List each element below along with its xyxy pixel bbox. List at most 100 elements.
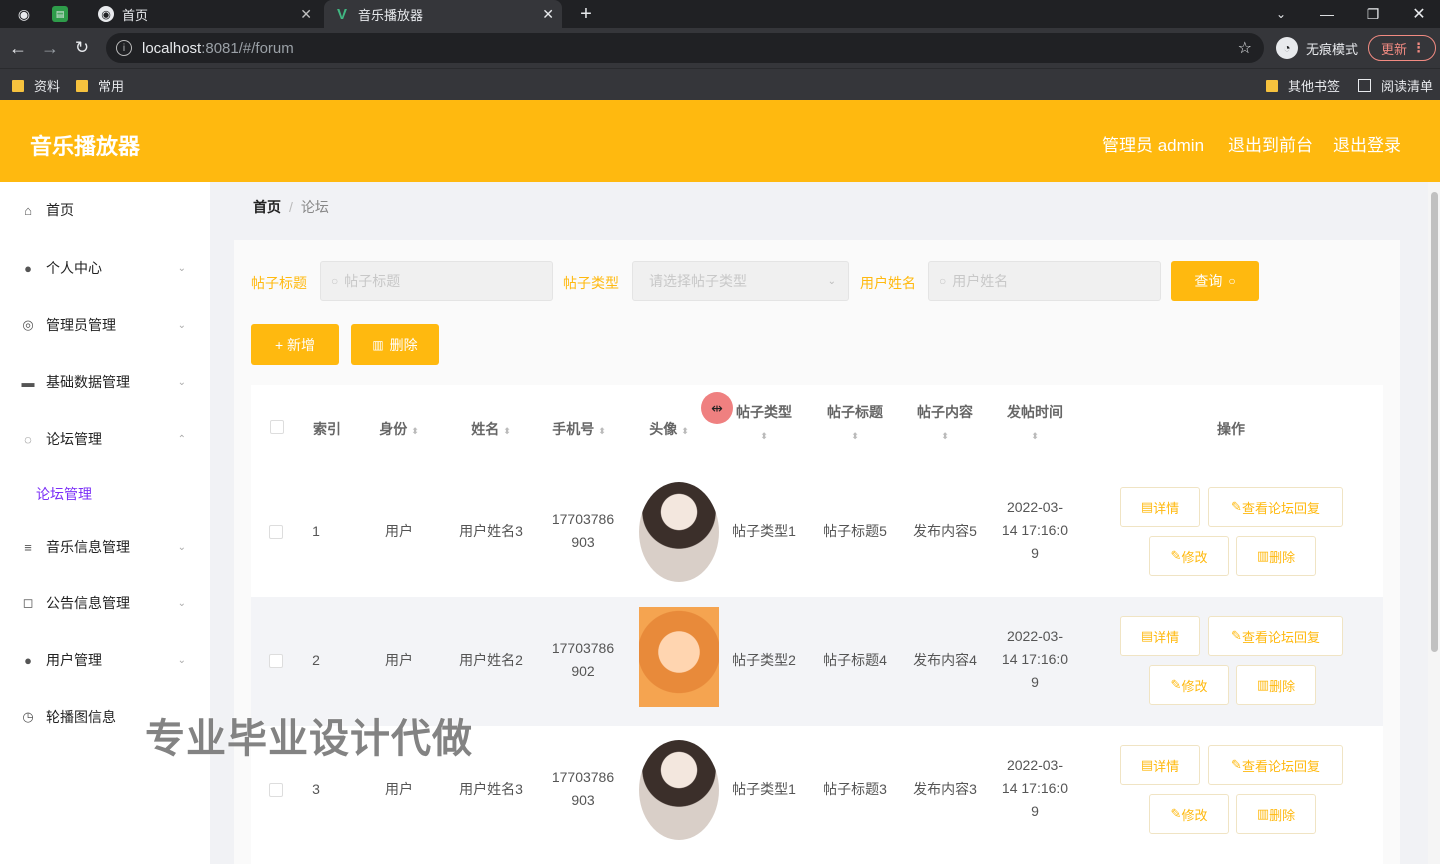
close-icon[interactable]: ✕ [300,6,312,23]
chevron-down-icon: ⌄ [827,275,836,287]
cell-index: 1 [312,523,320,539]
breadcrumb-home[interactable]: 首页 [253,199,281,215]
bulk-delete-button[interactable]: ▥ 删除 [351,324,439,365]
column-header-name[interactable]: 姓名 ⬍ [461,419,521,439]
sidebar-item-forum[interactable]: ◌ 论坛管理 ⌃ [0,419,210,459]
column-header-phone[interactable]: 手机号 ⬍ [547,419,611,439]
edit-label: 修改 [1181,678,1208,694]
detail-button[interactable]: ▤ 详情 [1120,616,1200,656]
user-name-placeholder: 用户姓名 [952,273,1009,289]
view-replies-button[interactable]: ✎ 查看论坛回复 [1208,745,1343,785]
sidebar-item-notice-info[interactable]: ◻ 公告信息管理 ⌄ [0,583,210,623]
chevron-down-icon: ⌄ [177,597,186,609]
edit-label: 修改 [1181,807,1208,823]
document-icon: ▤ [1140,628,1154,643]
bookmark-folder[interactable]: 常用 [76,76,124,95]
sort-icon[interactable]: ⬍ [908,432,982,441]
page-scrollbar[interactable] [1428,182,1440,864]
delete-button[interactable]: ▥ 删除 [1236,794,1316,834]
bookmark-folder[interactable]: 资料 [12,76,60,95]
url-input[interactable]: i localhost:8081/#/forum ☆ [106,33,1264,63]
detail-button[interactable]: ▤ 详情 [1120,745,1200,785]
incognito-indicator[interactable]: ◔ 无痕模式 [1276,37,1358,59]
reload-icon[interactable]: ↻ [70,36,94,60]
exit-to-front-link[interactable]: 退出到前台 [1228,131,1313,156]
sidebar-item-basic-data[interactable]: ▬ 基础数据管理 ⌄ [0,362,210,402]
time-line: 14 17:16:0 [1001,780,1069,796]
app-header: 音乐播放器 管理员 admin 退出到前台 退出登录 [0,100,1440,182]
bookmark-star-icon[interactable]: ☆ [1238,38,1252,58]
sidebar-item-label: 个人中心 [46,260,102,276]
sidebar-item-admin-management[interactable]: ◎ 管理员管理 ⌄ [0,305,210,345]
column-header-identity[interactable]: 身份 ⬍ [369,419,429,439]
add-button[interactable]: + 新增 [251,324,339,365]
column-header-post-time[interactable]: 发帖时间 ⬍ [998,402,1072,441]
sort-icon[interactable]: ⬍ [411,426,419,436]
edit-button[interactable]: ✎ 修改 [1149,536,1229,576]
sidebar-item-label: 轮播图信息 [46,709,116,725]
close-icon[interactable]: ✕ [542,6,554,23]
forward-icon[interactable]: → [38,36,62,60]
column-header-avatar[interactable]: 头像 ⬍ [644,419,694,439]
chevron-down-icon: ⌄ [177,319,186,331]
document-icon: ▤ [1140,499,1154,514]
sort-icon[interactable]: ⬍ [681,426,689,436]
time-line: 9 [1031,545,1039,561]
edit-button[interactable]: ✎ 修改 [1149,665,1229,705]
time-line: 2022-03- [1006,499,1064,515]
update-button[interactable]: 更新 ⋮ [1368,35,1436,61]
detail-button[interactable]: ▤ 详情 [1120,487,1200,527]
logout-link[interactable]: 退出登录 [1333,131,1401,156]
back-icon[interactable]: ← [6,36,30,60]
tab-search-icon[interactable]: ⌄ [1258,0,1304,28]
row-checkbox[interactable] [269,654,283,668]
folder-icon [1266,79,1278,92]
other-bookmarks[interactable]: 其他书签 [1266,76,1340,95]
column-header-post-title[interactable]: 帖子标题 ⬍ [818,402,892,441]
submenu-item-forum[interactable]: 论坛管理 [36,484,92,504]
row-checkbox[interactable] [269,525,283,539]
trash-icon: ▥ [1256,677,1270,692]
browser-tab-bar: ◉ ▤ ◉ 首页 ✕ V 音乐播放器 ✕ + ⌄ — ❐ ✕ [0,0,1440,28]
sidebar-item-home[interactable]: ⌂ 首页 [0,190,210,230]
sort-icon[interactable]: ⬍ [598,426,606,436]
column-header-post-type[interactable]: 帖子类型 ⬍ [727,402,801,441]
chevron-down-icon: ⌄ [177,262,186,274]
sidebar-item-music-info[interactable]: ≡ 音乐信息管理 ⌄ [0,527,210,567]
list-icon: ≡ [24,539,32,555]
new-tab-icon[interactable]: + [576,3,596,25]
delete-button[interactable]: ▥ 删除 [1236,536,1316,576]
view-replies-button[interactable]: ✎ 查看论坛回复 [1208,487,1343,527]
browser-menu-icon[interactable]: ◉ [14,4,34,24]
post-title-input[interactable]: ○ 帖子标题 [320,261,553,301]
user-name-input[interactable]: ○ 用户姓名 [928,261,1161,301]
tab-music-player[interactable]: V 音乐播放器 ✕ [324,0,562,28]
cell-phone: 17703786 903 [538,766,628,812]
row-checkbox[interactable] [269,783,283,797]
post-type-select[interactable]: 请选择帖子类型 ⌄ [632,261,849,301]
edit-icon: ✎ [1170,806,1182,821]
minimize-icon[interactable]: — [1304,0,1350,28]
edit-button[interactable]: ✎ 修改 [1149,794,1229,834]
scrollbar-thumb[interactable] [1431,192,1438,652]
view-replies-button[interactable]: ✎ 查看论坛回复 [1208,616,1343,656]
sort-icon[interactable]: ⬍ [503,426,511,436]
delete-button[interactable]: ▥ 删除 [1236,665,1316,705]
window-close-icon[interactable]: ✕ [1396,0,1440,28]
sidebar-item-personal-center[interactable]: ● 个人中心 ⌄ [0,248,210,288]
site-info-icon[interactable]: i [116,40,132,56]
sort-icon[interactable]: ⬍ [727,432,801,441]
reading-list[interactable]: 阅读清单 [1358,76,1433,95]
app-launcher-icon[interactable]: ▤ [52,6,68,22]
sort-icon[interactable]: ⬍ [998,432,1072,441]
cell-post-title: 帖子标题3 [823,781,887,797]
sort-icon[interactable]: ⬍ [818,432,892,441]
chevron-down-icon: ⌄ [177,376,186,388]
sidebar-item-user-management[interactable]: ● 用户管理 ⌄ [0,640,210,680]
select-all-checkbox[interactable] [270,420,284,434]
column-header-post-content[interactable]: 帖子内容 ⬍ [908,402,982,441]
search-button[interactable]: 查询 ○ [1171,261,1259,301]
restore-icon[interactable]: ❐ [1350,0,1396,28]
cell-phone: 17703786 902 [538,637,628,683]
tab-home[interactable]: ◉ 首页 ✕ [88,0,320,28]
